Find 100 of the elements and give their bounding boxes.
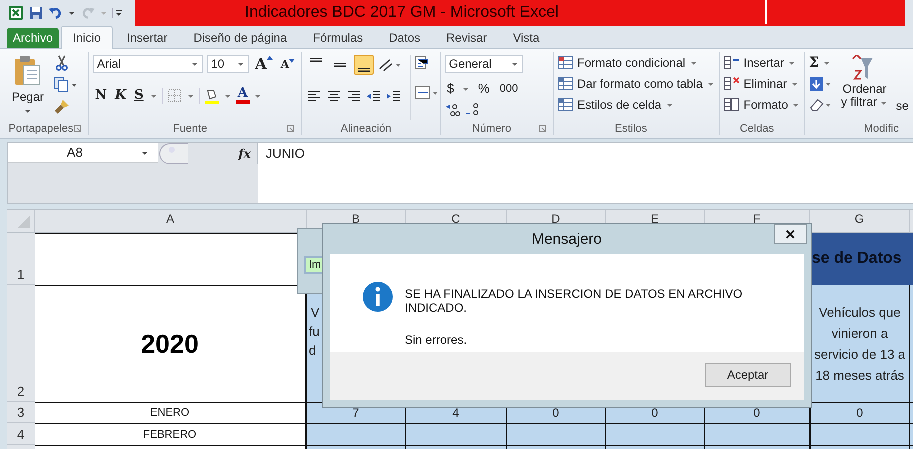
thousands-button[interactable]: 000 bbox=[498, 82, 520, 94]
row-header[interactable]: 2 bbox=[7, 285, 35, 402]
caret-icon bbox=[191, 60, 200, 68]
ribbon-tab[interactable]: Datos bbox=[377, 27, 432, 48]
caret-icon bbox=[791, 80, 800, 88]
undo-icon[interactable] bbox=[48, 5, 64, 21]
cells-menu-button[interactable]: Eliminar bbox=[724, 76, 800, 92]
cells-menu-button[interactable]: Formato bbox=[724, 97, 800, 113]
dialog-launcher-icon[interactable] bbox=[287, 125, 296, 133]
row-header[interactable]: 4 bbox=[7, 423, 35, 445]
dialog-detail: Sin errores. bbox=[405, 333, 468, 347]
italic-button[interactable]: K bbox=[113, 88, 128, 103]
column-header[interactable]: A bbox=[35, 210, 307, 233]
wrap-text-icon[interactable] bbox=[415, 55, 432, 71]
caret-icon bbox=[666, 101, 674, 109]
align-lines-icon bbox=[334, 63, 346, 67]
dialog-message: SE HA FINALIZADO LA INSERCION DE DATOS EN ARCHIVO INDICADO. bbox=[405, 287, 744, 315]
table-cell: 0 bbox=[810, 402, 910, 423]
scissors-icon[interactable] bbox=[54, 55, 70, 71]
table-style-icon bbox=[558, 97, 574, 113]
accept-button[interactable]: Aceptar bbox=[705, 363, 791, 387]
cell-text: d bbox=[309, 343, 316, 358]
align-lines-icon bbox=[310, 58, 322, 62]
align-lines-icon bbox=[358, 68, 370, 72]
number-format-field[interactable]: General bbox=[445, 55, 524, 73]
table-cell: Vehículos que vinieron a servicio de 13 a 18 meses atrás bbox=[810, 285, 910, 402]
font-size-field[interactable]: 10 bbox=[207, 55, 250, 73]
shrink-font-button[interactable]: A bbox=[278, 58, 298, 70]
underline-button[interactable]: S bbox=[132, 88, 146, 103]
group-label: Estilos bbox=[615, 123, 648, 135]
fill-down-icon[interactable] bbox=[809, 76, 834, 92]
group-label: Número bbox=[472, 123, 512, 135]
ribbon-tab[interactable]: Vista bbox=[501, 27, 552, 48]
table-style-icon bbox=[558, 55, 574, 71]
dialog-title: Mensajero bbox=[532, 230, 602, 248]
info-icon bbox=[363, 282, 393, 312]
currency-button[interactable]: $ bbox=[445, 81, 456, 96]
group-label: Portapapeles bbox=[8, 123, 74, 135]
group-label: Alineación bbox=[340, 123, 392, 135]
paste-button[interactable]: Pegar bbox=[8, 55, 48, 120]
button-label[interactable]: se bbox=[896, 99, 909, 113]
cell-text: fu bbox=[309, 324, 320, 339]
excel-icon[interactable] bbox=[8, 5, 24, 21]
cells-icon bbox=[724, 97, 740, 113]
file-tab[interactable]: Archivo bbox=[7, 28, 60, 48]
caret-icon bbox=[24, 107, 32, 115]
close-button[interactable] bbox=[774, 224, 807, 244]
eraser-icon[interactable] bbox=[809, 97, 834, 113]
dialog-launcher-icon[interactable] bbox=[74, 125, 82, 133]
row-header[interactable]: 1 bbox=[7, 233, 35, 285]
font-name-field[interactable]: Arial bbox=[93, 55, 204, 73]
ribbon-tab[interactable]: Diseño de página bbox=[182, 27, 300, 48]
cells-icon bbox=[724, 76, 740, 92]
caret-icon bbox=[237, 60, 246, 68]
merge-cells-icon[interactable] bbox=[415, 85, 440, 101]
caret-icon bbox=[788, 59, 796, 67]
triangle-icon bbox=[289, 58, 296, 62]
table-cell: se de Datos bbox=[810, 233, 910, 285]
styles-menu-button[interactable]: Dar formato como tabla bbox=[558, 76, 715, 92]
column-header[interactable]: G bbox=[810, 210, 910, 233]
customize-toolbar-icon[interactable] bbox=[112, 8, 123, 18]
autosum-button[interactable]: Σ bbox=[809, 55, 834, 71]
cells-icon bbox=[724, 55, 740, 71]
window-title: Indicadores BDC 2017 GM - Microsoft Excel bbox=[245, 4, 559, 22]
ribbon-tab[interactable]: Revisar bbox=[434, 27, 500, 48]
redo-icon bbox=[80, 5, 96, 21]
group-label: Modific bbox=[864, 123, 899, 135]
brush-icon[interactable] bbox=[54, 99, 70, 115]
caret-icon bbox=[511, 60, 520, 68]
fill-color-icon[interactable] bbox=[204, 88, 220, 104]
borders-icon[interactable] bbox=[166, 88, 183, 104]
copy-icon[interactable] bbox=[54, 77, 78, 93]
caret-icon bbox=[690, 59, 698, 67]
save-icon[interactable] bbox=[28, 5, 44, 21]
ribbon-tab[interactable]: Fórmulas bbox=[301, 27, 376, 48]
increase-decimal-icon[interactable] bbox=[445, 102, 462, 118]
font-color-button[interactable]: A bbox=[236, 87, 250, 104]
caret-icon bbox=[823, 59, 832, 67]
dialog-launcher-icon[interactable] bbox=[538, 125, 547, 133]
bold-button[interactable]: N bbox=[93, 88, 110, 103]
decrease-decimal-icon[interactable] bbox=[465, 102, 482, 118]
percent-button[interactable]: % bbox=[476, 81, 492, 96]
triangle-icon bbox=[266, 56, 273, 60]
caret-icon bbox=[706, 80, 715, 88]
vertical-align-button[interactable] bbox=[354, 55, 374, 75]
ribbon-tab[interactable]: Inicio bbox=[61, 26, 114, 49]
close-icon bbox=[786, 230, 795, 238]
styles-menu-button[interactable]: Formato condicional bbox=[558, 55, 715, 71]
row-header[interactable]: 3 bbox=[7, 402, 35, 423]
ribbon-tab[interactable]: Insertar bbox=[115, 27, 180, 48]
cell-text: V bbox=[311, 305, 320, 320]
group-label: Celdas bbox=[740, 123, 774, 135]
text-orientation-icon[interactable] bbox=[378, 57, 402, 73]
styles-menu-button[interactable]: Estilos de celda bbox=[558, 97, 715, 113]
caret-icon[interactable] bbox=[68, 9, 76, 17]
grow-font-button[interactable]: A bbox=[253, 55, 275, 73]
sort-filter-button[interactable]: Ordenar y filtrar bbox=[841, 55, 888, 120]
table-style-icon bbox=[558, 76, 574, 92]
cells-menu-button[interactable]: Insertar bbox=[724, 55, 800, 71]
group-label: Fuente bbox=[173, 123, 208, 135]
